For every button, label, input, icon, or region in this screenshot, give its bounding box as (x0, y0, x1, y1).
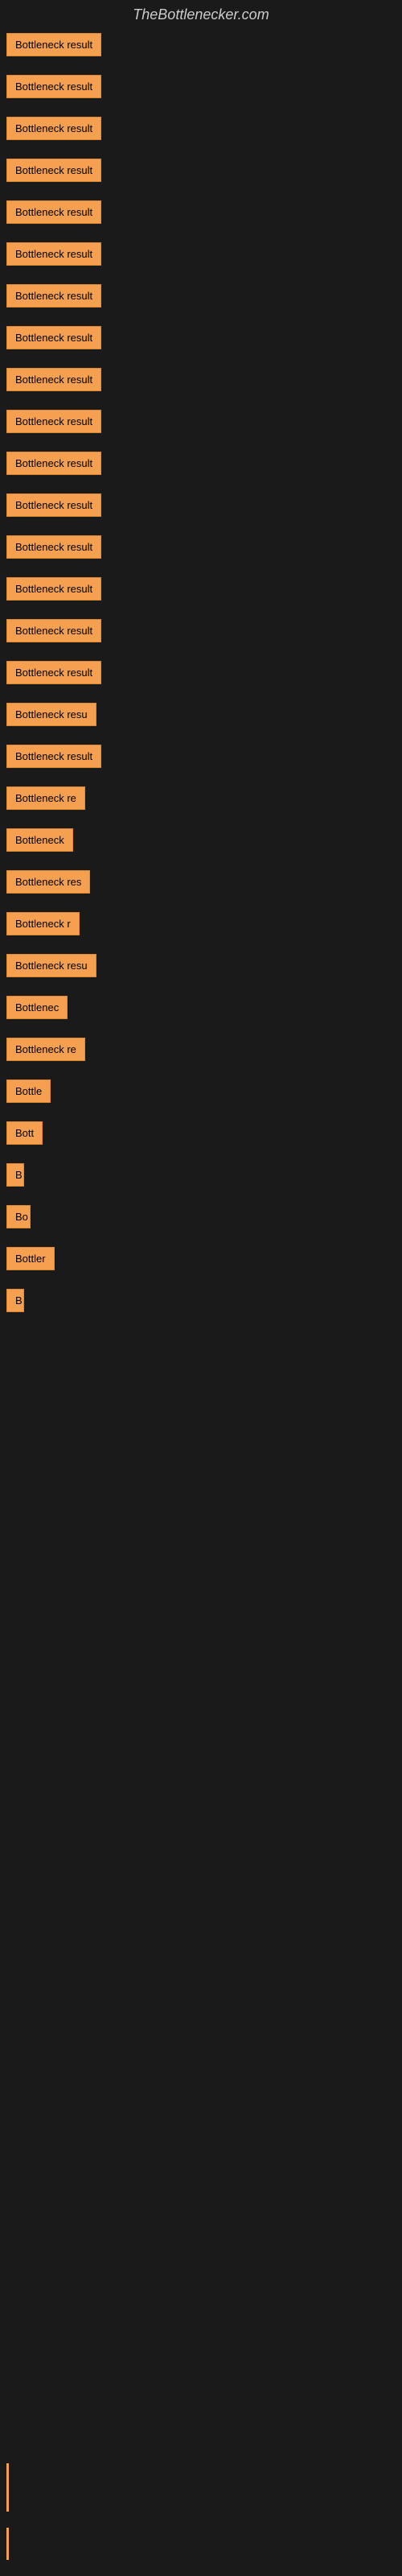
bottleneck-result-label: Bottleneck result (6, 493, 101, 517)
bottleneck-result-label: Bottleneck result (6, 75, 101, 98)
list-item: Bottleneck result (0, 284, 402, 318)
bottleneck-result-label: Bottleneck re (6, 786, 85, 810)
bottleneck-result-label: Bottleneck resu (6, 954, 96, 977)
bottleneck-result-label: Bottleneck re (6, 1038, 85, 1061)
list-item: Bottleneck (0, 828, 402, 862)
bottleneck-result-label: Bottleneck r (6, 912, 80, 935)
site-title: TheBottlenecker.com (0, 0, 402, 30)
bottleneck-result-label: Bottleneck result (6, 159, 101, 182)
list-item: Bottleneck res (0, 870, 402, 904)
list-item: Bottleneck result (0, 745, 402, 778)
bottleneck-result-label: Bottleneck result (6, 200, 101, 224)
list-item: Bottleneck result (0, 577, 402, 611)
bottleneck-result-label: Bottleneck result (6, 242, 101, 266)
list-item: B (0, 1163, 402, 1197)
bottleneck-result-label: Bo (6, 1205, 31, 1228)
bottleneck-result-label: Bottleneck result (6, 284, 101, 308)
list-item: Bottleneck result (0, 619, 402, 653)
bottom-bar-2 (6, 2528, 9, 2560)
list-item: Bottleneck re (0, 786, 402, 820)
bottleneck-result-label: Bottleneck (6, 828, 73, 852)
bottleneck-result-label: Bottleneck result (6, 33, 101, 56)
list-item: Bottle (0, 1080, 402, 1113)
list-item: Bo (0, 1205, 402, 1239)
list-item: Bottleneck result (0, 159, 402, 192)
bottleneck-result-label: Bottleneck result (6, 619, 101, 642)
bottleneck-result-label: B (6, 1163, 24, 1187)
bottleneck-result-label: Bottleneck result (6, 326, 101, 349)
list-item: Bottleneck result (0, 242, 402, 276)
list-item: Bott (0, 1121, 402, 1155)
list-item: Bottleneck r (0, 912, 402, 946)
items-container: Bottleneck result Bottleneck result Bottle… (0, 30, 402, 1334)
list-item: Bottleneck result (0, 661, 402, 695)
list-item: Bottleneck result (0, 117, 402, 151)
list-item: Bottleneck result (0, 33, 402, 67)
list-item: Bottleneck result (0, 200, 402, 234)
bottleneck-result-label: Bottlenec (6, 996, 68, 1019)
bottleneck-result-label: Bottleneck result (6, 117, 101, 140)
bottleneck-result-label: Bottleneck result (6, 368, 101, 391)
list-item: Bottleneck result (0, 368, 402, 402)
list-item: B (0, 1289, 402, 1323)
list-item: Bottleneck result (0, 410, 402, 444)
bottleneck-result-label: Bottleneck result (6, 661, 101, 684)
bottleneck-result-label: Bottle (6, 1080, 51, 1103)
list-item: Bottleneck result (0, 452, 402, 485)
list-item: Bottleneck re (0, 1038, 402, 1071)
bottleneck-result-label: Bottler (6, 1247, 55, 1270)
list-item: Bottleneck result (0, 535, 402, 569)
list-item: Bottleneck resu (0, 954, 402, 988)
list-item: Bottlenec (0, 996, 402, 1030)
list-item: Bottleneck result (0, 493, 402, 527)
list-item: Bottleneck result (0, 326, 402, 360)
list-item: Bottleneck result (0, 75, 402, 109)
bottleneck-result-label: Bottleneck result (6, 535, 101, 559)
bottleneck-result-label: Bottleneck result (6, 410, 101, 433)
bottleneck-result-label: B (6, 1289, 24, 1312)
bottleneck-result-label: Bott (6, 1121, 43, 1145)
bottleneck-result-label: Bottleneck resu (6, 703, 96, 726)
list-item: Bottler (0, 1247, 402, 1281)
bottleneck-result-label: Bottleneck result (6, 745, 101, 768)
list-item: Bottleneck resu (0, 703, 402, 737)
bottleneck-result-label: Bottleneck result (6, 452, 101, 475)
bottleneck-result-label: Bottleneck result (6, 577, 101, 601)
bottleneck-result-label: Bottleneck res (6, 870, 90, 894)
bottom-bar-1 (6, 2463, 9, 2512)
